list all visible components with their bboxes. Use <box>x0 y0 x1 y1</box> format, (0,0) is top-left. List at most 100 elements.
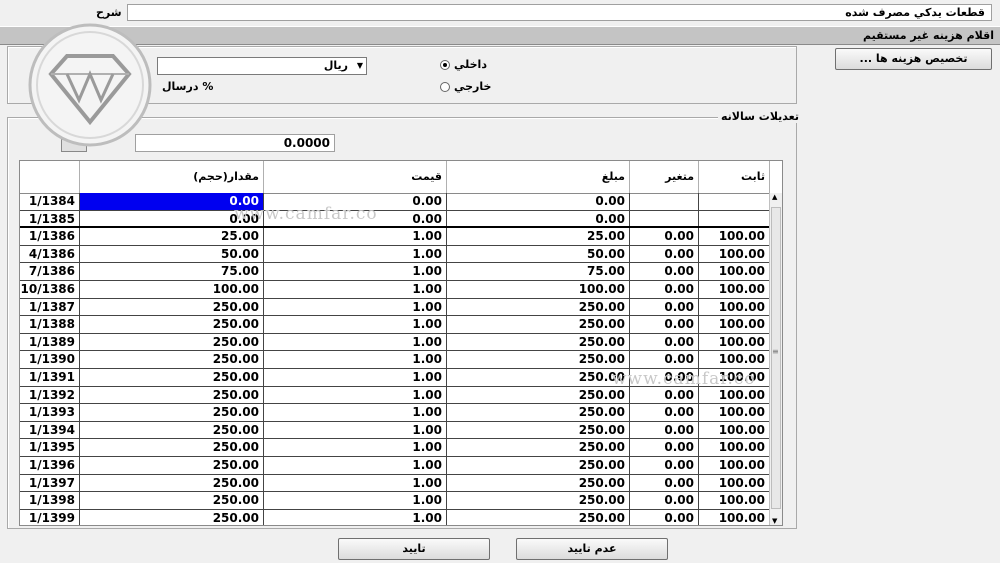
cell-variable[interactable]: 0.00 <box>630 263 699 280</box>
cell-price[interactable]: 1.00 <box>264 245 447 263</box>
cell-date[interactable]: 1/1399 <box>20 509 80 525</box>
cell-fixed[interactable]: 100.00 <box>699 351 770 368</box>
chevron-down-icon[interactable]: ▼ <box>357 58 363 74</box>
cell-quantity[interactable]: 25.00 <box>80 228 264 245</box>
cell-quantity[interactable]: 250.00 <box>80 351 264 368</box>
table-row[interactable]: 4/1386 50.00 1.00 50.00 0.00 100.00 <box>20 245 780 264</box>
radio-foreign[interactable]: خارجي <box>440 80 491 93</box>
cell-fixed[interactable]: 100.00 <box>699 457 770 474</box>
cell-quantity[interactable]: 250.00 <box>80 492 264 509</box>
col-quantity[interactable]: مقدار(حجم) <box>80 161 264 193</box>
cell-variable[interactable]: 0.00 <box>630 474 699 492</box>
cell-date[interactable]: 1/1388 <box>20 316 80 333</box>
cell-date[interactable]: 1/1397 <box>20 474 80 492</box>
cell-fixed[interactable]: 100.00 <box>699 333 770 351</box>
table-row[interactable]: 7/1386 75.00 1.00 75.00 0.00 100.00 <box>20 263 780 281</box>
cell-quantity[interactable]: 250.00 <box>80 316 264 333</box>
cell-amount[interactable]: 25.00 <box>447 228 630 245</box>
cell-variable[interactable]: 0.00 <box>630 404 699 421</box>
cell-quantity[interactable]: 100.00 <box>80 281 264 298</box>
allocate-costs-button[interactable]: ... تخصيص هزينه ها <box>835 48 992 70</box>
scroll-thumb[interactable] <box>771 207 781 509</box>
cell-date[interactable]: 1/1395 <box>20 439 80 456</box>
cell-variable[interactable] <box>630 193 699 210</box>
cell-quantity[interactable]: 250.00 <box>80 386 264 404</box>
cell-amount[interactable]: 250.00 <box>447 404 630 421</box>
cell-fixed[interactable]: 100.00 <box>699 298 770 316</box>
table-row[interactable]: 1/1397 250.00 1.00 250.00 0.00 100.00 <box>20 474 780 493</box>
cell-date[interactable]: 1/1393 <box>20 404 80 421</box>
cell-quantity[interactable]: 250.00 <box>80 421 264 439</box>
cell-quantity[interactable]: 75.00 <box>80 263 264 280</box>
table-row[interactable]: 1/1388 250.00 1.00 250.00 0.00 100.00 <box>20 316 780 334</box>
cell-variable[interactable]: 0.00 <box>630 316 699 333</box>
cell-price[interactable]: 1.00 <box>264 509 447 525</box>
cell-date[interactable]: 4/1386 <box>20 245 80 263</box>
cell-date[interactable]: 1/1385 <box>20 210 80 227</box>
cell-date[interactable]: 1/1391 <box>20 369 80 386</box>
cell-variable[interactable]: 0.00 <box>630 351 699 368</box>
cell-price[interactable]: 1.00 <box>264 421 447 439</box>
cell-fixed[interactable]: 100.00 <box>699 404 770 421</box>
description-field[interactable]: قطعات يدكي مصرف شده <box>127 4 992 21</box>
cell-amount[interactable]: 0.00 <box>447 193 630 210</box>
cell-fixed[interactable]: 100.00 <box>699 386 770 404</box>
cell-price[interactable]: 1.00 <box>264 281 447 298</box>
cell-amount[interactable]: 250.00 <box>447 351 630 368</box>
cell-variable[interactable]: 0.00 <box>630 492 699 509</box>
table-row[interactable]: 1/1384 0.00 0.00 0.00 <box>20 193 780 211</box>
cell-variable[interactable]: 0.00 <box>630 439 699 456</box>
cell-variable[interactable] <box>630 210 699 227</box>
cell-date[interactable]: 1/1394 <box>20 421 80 439</box>
table-row[interactable]: 1/1395 250.00 1.00 250.00 0.00 100.00 <box>20 439 780 457</box>
cell-date[interactable]: 7/1386 <box>20 263 80 280</box>
cell-price[interactable]: 1.00 <box>264 439 447 456</box>
cell-fixed[interactable]: 100.00 <box>699 316 770 333</box>
vertical-scrollbar[interactable]: ▲ ≡ ▼ <box>769 193 782 525</box>
cell-price[interactable]: 1.00 <box>264 228 447 245</box>
cell-variable[interactable]: 0.00 <box>630 421 699 439</box>
adjustment-value-field[interactable]: 0.0000 <box>135 134 335 152</box>
cell-amount[interactable]: 100.00 <box>447 281 630 298</box>
table-row[interactable]: 1/1385 0.00 0.00 0.00 <box>20 210 780 229</box>
cell-variable[interactable]: 0.00 <box>630 509 699 525</box>
cell-date[interactable]: 1/1398 <box>20 492 80 509</box>
cell-date[interactable]: 1/1387 <box>20 298 80 316</box>
cell-fixed[interactable] <box>699 193 770 210</box>
cell-price[interactable]: 1.00 <box>264 263 447 280</box>
cell-amount[interactable]: 250.00 <box>447 509 630 525</box>
scroll-up-icon[interactable]: ▲ <box>772 193 777 201</box>
table-row[interactable]: 1/1390 250.00 1.00 250.00 0.00 100.00 <box>20 351 780 369</box>
cell-fixed[interactable]: 100.00 <box>699 474 770 492</box>
cell-price[interactable]: 1.00 <box>264 474 447 492</box>
cell-price[interactable]: 1.00 <box>264 404 447 421</box>
cell-amount[interactable]: 250.00 <box>447 386 630 404</box>
cell-amount[interactable]: 250.00 <box>447 298 630 316</box>
table-row[interactable]: 1/1389 250.00 1.00 250.00 0.00 100.00 <box>20 333 780 352</box>
cell-quantity[interactable]: 250.00 <box>80 298 264 316</box>
cell-quantity[interactable]: 250.00 <box>80 457 264 474</box>
cell-fixed[interactable]: 100.00 <box>699 492 770 509</box>
cell-amount[interactable]: 50.00 <box>447 245 630 263</box>
table-row[interactable]: 1/1398 250.00 1.00 250.00 0.00 100.00 <box>20 492 780 510</box>
cell-amount[interactable]: 250.00 <box>447 369 630 386</box>
cell-date[interactable]: 10/1386 <box>20 281 80 298</box>
cell-amount[interactable]: 75.00 <box>447 263 630 280</box>
cell-quantity[interactable]: 250.00 <box>80 404 264 421</box>
table-row[interactable]: 1/1396 250.00 1.00 250.00 0.00 100.00 <box>20 457 780 475</box>
cell-quantity[interactable]: 50.00 <box>80 245 264 263</box>
cell-variable[interactable]: 0.00 <box>630 281 699 298</box>
col-fixed[interactable]: ثابت <box>699 161 770 193</box>
radio-selected-icon[interactable] <box>440 60 450 70</box>
cell-date[interactable]: 1/1389 <box>20 333 80 351</box>
cell-date[interactable]: 1/1396 <box>20 457 80 474</box>
cell-fixed[interactable]: 100.00 <box>699 421 770 439</box>
cell-date[interactable]: 1/1386 <box>20 228 80 245</box>
cell-amount[interactable]: 0.00 <box>447 210 630 227</box>
cell-quantity[interactable]: 250.00 <box>80 474 264 492</box>
col-variable[interactable]: متغير <box>630 161 699 193</box>
cell-fixed[interactable]: 100.00 <box>699 228 770 245</box>
cell-amount[interactable]: 250.00 <box>447 421 630 439</box>
cell-price[interactable]: 1.00 <box>264 316 447 333</box>
cell-quantity[interactable]: 250.00 <box>80 439 264 456</box>
